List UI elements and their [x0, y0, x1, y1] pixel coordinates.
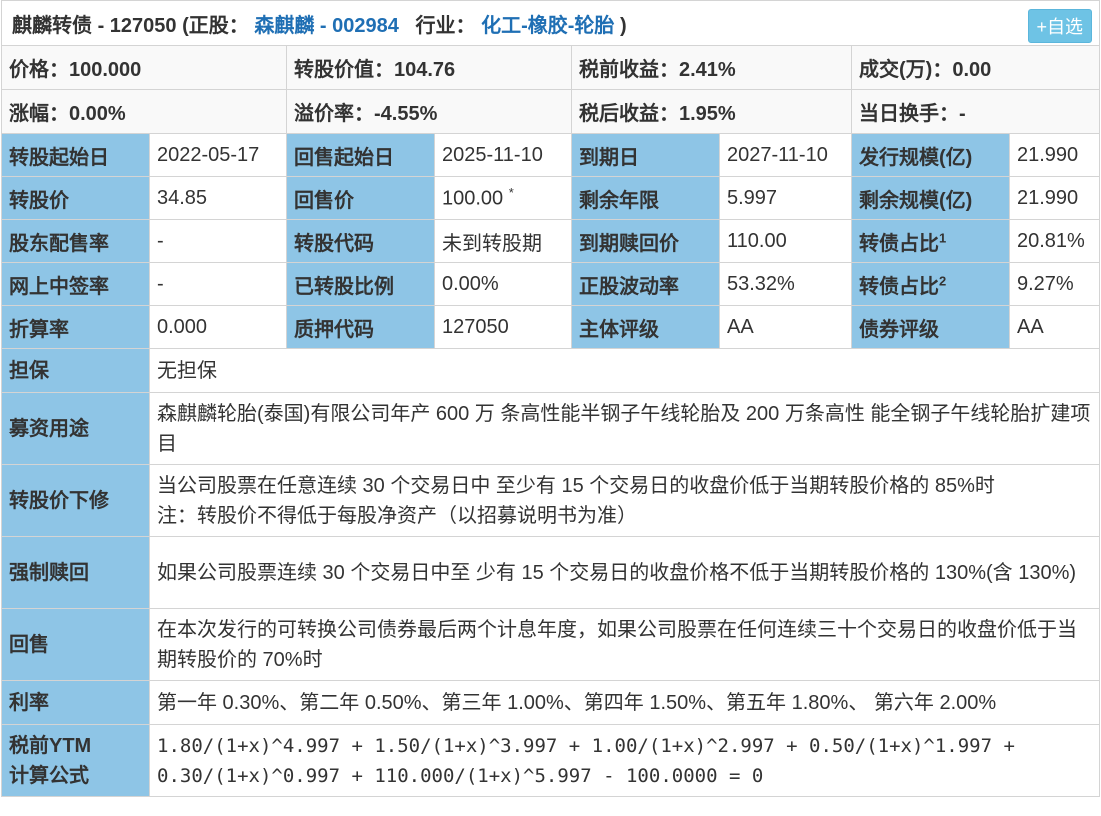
grid-label: 转股起始日: [1, 133, 150, 177]
grid-label: 正股波动率: [571, 262, 720, 306]
grid-value: 20.81%: [1008, 219, 1101, 263]
add-watchlist-button[interactable]: +自选: [1027, 9, 1093, 43]
ytm-formula: 1.80/(1+x)^4.997 + 1.50/(1+x)^3.997 + 1.…: [148, 724, 1101, 797]
bond-code: 127050: [109, 14, 177, 37]
grid-label: 剩余年限: [571, 176, 720, 220]
stock-name-link[interactable]: 森麒麟: [254, 15, 314, 37]
grid-label: 回售价: [286, 176, 435, 220]
detail-row-price-revision: 转股价下修 当公司股票在任意连续 30 个交易日中 至少有 15 个交易日的收盘…: [1, 464, 1101, 537]
stock-code-link[interactable]: 002984: [332, 15, 399, 37]
grid-value: 21.990: [1008, 133, 1101, 177]
detail-value: 如果公司股票连续 30 个交易日中至 少有 15 个交易日的收盘价格不低于当期转…: [148, 536, 1101, 609]
detail-label: 强制赎回: [1, 536, 150, 609]
grid-label: 股东配售率: [1, 219, 150, 263]
revision-clause: 当公司股票在任意连续 30 个交易日中 至少有 15 个交易日的收盘价低于当期转…: [157, 474, 995, 497]
detail-row-putback: 回售 在本次发行的可转换公司债券最后两个计息年度，如果公司股票在任何连续三十个交…: [1, 608, 1101, 681]
footnote-mark: 1: [939, 229, 947, 245]
summary-row-2: 涨幅：0.00% 溢价率：-4.55% 税后收益：1.95% 当日换手：-: [1, 89, 1101, 134]
grid-label: 网上中签率: [1, 262, 150, 306]
grid-value: 21.990: [1008, 176, 1101, 220]
grid-value: 0.000: [149, 305, 287, 349]
grid-value: 2025-11-10: [434, 133, 572, 177]
detail-value: 当公司股票在任意连续 30 个交易日中 至少有 15 个交易日的收盘价低于当期转…: [148, 464, 1101, 537]
grid-value: 110.00: [719, 219, 852, 263]
detail-row-forced-redemption: 强制赎回 如果公司股票连续 30 个交易日中至 少有 15 个交易日的收盘价格不…: [1, 536, 1101, 609]
grid-value: AA: [719, 305, 852, 349]
detail-row-fund-use: 募资用途 森麒麟轮胎(泰国)有限公司年产 600 万 条高性能半钢子午线轮胎及 …: [1, 392, 1101, 465]
detail-value: 无担保: [148, 348, 1101, 393]
volume-cell: 成交(万)：0.00: [850, 45, 1101, 90]
grid-row: 折算率 0.000 质押代码 127050 主体评级 AA 债券评级 AA: [1, 305, 1101, 349]
grid-label: 剩余规模(亿): [851, 176, 1010, 220]
grid-row: 转股价 34.85 回售价 100.00 * 剩余年限 5.997 剩余规模(亿…: [1, 176, 1101, 220]
grid-value: 2027-11-10: [719, 133, 852, 177]
grid-label: 债券评级: [851, 305, 1010, 349]
pre-tax-yield-cell: 税前收益：2.41%: [571, 45, 852, 90]
grid-label: 已转股比例: [286, 262, 435, 306]
change-cell: 涨幅：0.00%: [1, 89, 287, 134]
grid-row: 转股起始日 2022-05-17 回售起始日 2025-11-10 到期日 20…: [1, 133, 1101, 177]
detail-label: 担保: [1, 348, 150, 393]
label-text: 转债占比: [859, 232, 939, 255]
premium-cell: 溢价率：-4.55%: [286, 89, 572, 134]
grid-label: 转股代码: [286, 219, 435, 263]
price-cell: 价格：100.000: [1, 45, 287, 90]
grid-label: 主体评级: [571, 305, 720, 349]
close-paren: ): [619, 14, 627, 37]
detail-label: 利率: [1, 680, 150, 725]
detail-row-interest: 利率 第一年 0.30%、第二年 0.50%、第三年 1.00%、第四年 1.5…: [1, 680, 1101, 725]
grid-value: -: [149, 262, 287, 306]
conv-value-cell: 转股价值：104.76: [286, 45, 572, 90]
detail-value: 第一年 0.30%、第二年 0.50%、第三年 1.00%、第四年 1.50%、…: [148, 680, 1101, 725]
grid-label: 到期日: [571, 133, 720, 177]
grid-value: 127050: [434, 305, 572, 349]
detail-row-ytm: 税前YTM 计算公式 1.80/(1+x)^4.997 + 1.50/(1+x)…: [1, 724, 1101, 797]
grid-label: 折算率: [1, 305, 150, 349]
grid-value: 5.997: [719, 176, 852, 220]
grid-value-putback: 100.00 *: [434, 176, 572, 220]
industry-label: 行业：: [415, 14, 476, 37]
industry-link[interactable]: 化工-橡胶-轮胎: [481, 15, 614, 37]
grid-label: 发行规模(亿): [851, 133, 1010, 177]
detail-label: 回售: [1, 608, 150, 681]
putback-price: 100.00: [442, 187, 504, 210]
detail-label: 税前YTM 计算公式: [1, 724, 150, 797]
detail-label: 转股价下修: [1, 464, 150, 537]
stock-prefix: (正股：: [182, 14, 249, 37]
grid-value: 34.85: [149, 176, 287, 220]
ytm-label-line1: 税前YTM: [9, 734, 92, 757]
grid-value: 53.32%: [719, 262, 852, 306]
grid-label: 回售起始日: [286, 133, 435, 177]
grid-value: -: [149, 219, 287, 263]
footnote-mark: *: [508, 185, 514, 201]
detail-row-guarantee: 担保 无担保: [1, 348, 1101, 393]
bond-title: 麒麟转债 - 127050 (正股： 森麒麟 - 002984 行业： 化工-橡…: [0, 0, 1101, 46]
detail-value: 在本次发行的可转换公司债券最后两个计息年度，如果公司股票在任何连续三十个交易日的…: [148, 608, 1101, 681]
turnover-cell: 当日换手：-: [850, 89, 1101, 134]
title-row: 麒麟转债 - 127050 (正股： 森麒麟 - 002984 行业： 化工-橡…: [0, 0, 1101, 46]
label-text: 转债占比: [859, 275, 939, 298]
after-tax-yield-cell: 税后收益：1.95%: [571, 89, 852, 134]
ytm-label-line2: 计算公式: [9, 764, 89, 787]
grid-value: 2022-05-17: [149, 133, 287, 177]
grid-row: 股东配售率 - 转股代码 未到转股期 到期赎回价 110.00 转债占比1 20…: [1, 219, 1101, 263]
grid-value: 9.27%: [1008, 262, 1101, 306]
grid-label: 转股价: [1, 176, 150, 220]
summary-row-1: 价格：100.000 转股价值：104.76 税前收益：2.41% 成交(万)：…: [1, 45, 1101, 90]
detail-value: 森麒麟轮胎(泰国)有限公司年产 600 万 条高性能半钢子午线轮胎及 200 万…: [148, 392, 1101, 465]
grid-value: 0.00%: [434, 262, 572, 306]
bond-info-table: 麒麟转债 - 127050 (正股： 森麒麟 - 002984 行业： 化工-橡…: [0, 0, 1101, 797]
bond-name: 麒麟转债: [12, 14, 92, 37]
detail-label: 募资用途: [1, 392, 150, 465]
grid-label-sup: 转债占比2: [851, 262, 1010, 306]
grid-label-sup: 转债占比1: [851, 219, 1010, 263]
conversion-code-status: 未到转股期: [434, 219, 572, 263]
revision-note: 注：转股价不得低于每股净资产（以招募说明书为准）: [157, 504, 637, 527]
grid-row: 网上中签率 - 已转股比例 0.00% 正股波动率 53.32% 转债占比2 9…: [1, 262, 1101, 306]
footnote-mark: 2: [939, 272, 947, 288]
grid-label: 质押代码: [286, 305, 435, 349]
grid-value: AA: [1008, 305, 1101, 349]
grid-label: 到期赎回价: [571, 219, 720, 263]
